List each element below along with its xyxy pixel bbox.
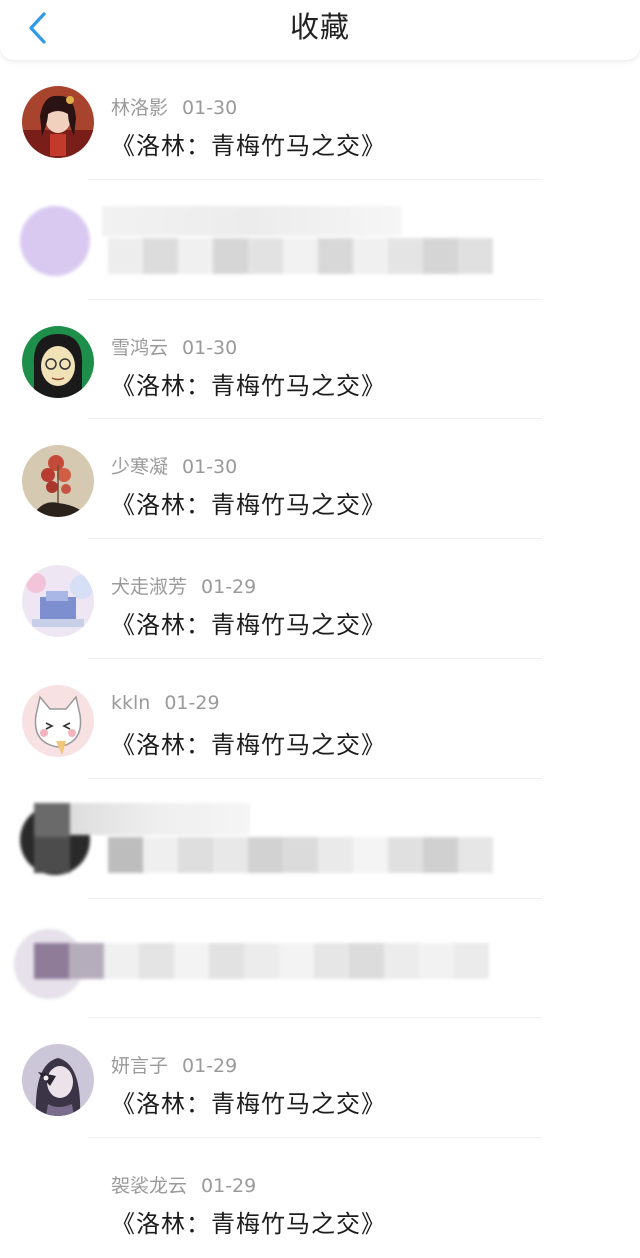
list-item[interactable]: 妍言子 01-29 《洛林：青梅竹马之交》 [0,1018,640,1139]
pixelated-content [18,802,493,877]
list-item[interactable]: 林洛影 01-30 《洛林：青梅竹马之交》 [0,60,640,180]
work-title: 《洛林：青梅竹马之交》 [111,1210,386,1239]
pixelated-content [18,204,498,278]
avatar [22,325,94,398]
user-name: 少寒凝 [111,456,169,479]
avatar [22,565,94,638]
date: 01-30 [182,336,238,359]
user-name: kkln [111,691,151,714]
list-item[interactable]: 袈裟龙云 01-29 《洛林：青梅竹马之交》 [0,1138,640,1258]
top-bar: 收藏 [0,0,640,60]
pixelated-content [6,923,490,999]
avatar [22,684,94,757]
avatar [22,1044,94,1117]
list-item[interactable]: kkln 01-29 《洛林：青梅竹马之交》 [0,659,640,779]
work-title: 《洛林：青梅竹马之交》 [111,730,386,759]
work-title: 《洛林：青梅竹马之交》 [111,491,386,520]
list-item-obscured[interactable] [0,899,640,1019]
avatar [22,445,94,518]
list-item[interactable]: 雪鸿云 01-30 《洛林：青梅竹马之交》 [0,300,640,420]
date: 01-29 [201,1175,257,1198]
work-title: 《洛林：青梅竹马之交》 [111,371,386,400]
date: 01-29 [164,691,220,714]
date: 01-30 [182,97,238,119]
user-name: 雪鸿云 [111,336,169,359]
user-name: 林洛影 [111,97,169,119]
work-title: 《洛林：青梅竹马之交》 [111,1090,386,1119]
avatar [22,1164,94,1237]
user-name: 袈裟龙云 [111,1175,188,1198]
avatar [22,86,94,158]
list-item[interactable]: 犬走淑芳 01-29 《洛林：青梅竹马之交》 [0,539,640,659]
list-item[interactable]: 少寒凝 01-30 《洛林：青梅竹马之交》 [0,419,640,540]
list-item-obscured[interactable] [0,779,640,899]
page-title: 收藏 [289,10,350,44]
favorites-list: 林洛影 01-30 《洛林：青梅竹马之交》 雪鸿云 01-30 《洛林：青梅竹马… [0,60,640,1258]
user-name: 犬走淑芳 [111,576,188,599]
work-title: 《洛林：青梅竹马之交》 [111,132,386,160]
date: 01-29 [201,576,257,599]
date: 01-29 [182,1055,238,1078]
list-item-obscured[interactable] [0,180,640,300]
user-name: 妍言子 [111,1055,169,1078]
date: 01-30 [182,456,238,479]
work-title: 《洛林：青梅竹马之交》 [111,611,386,640]
